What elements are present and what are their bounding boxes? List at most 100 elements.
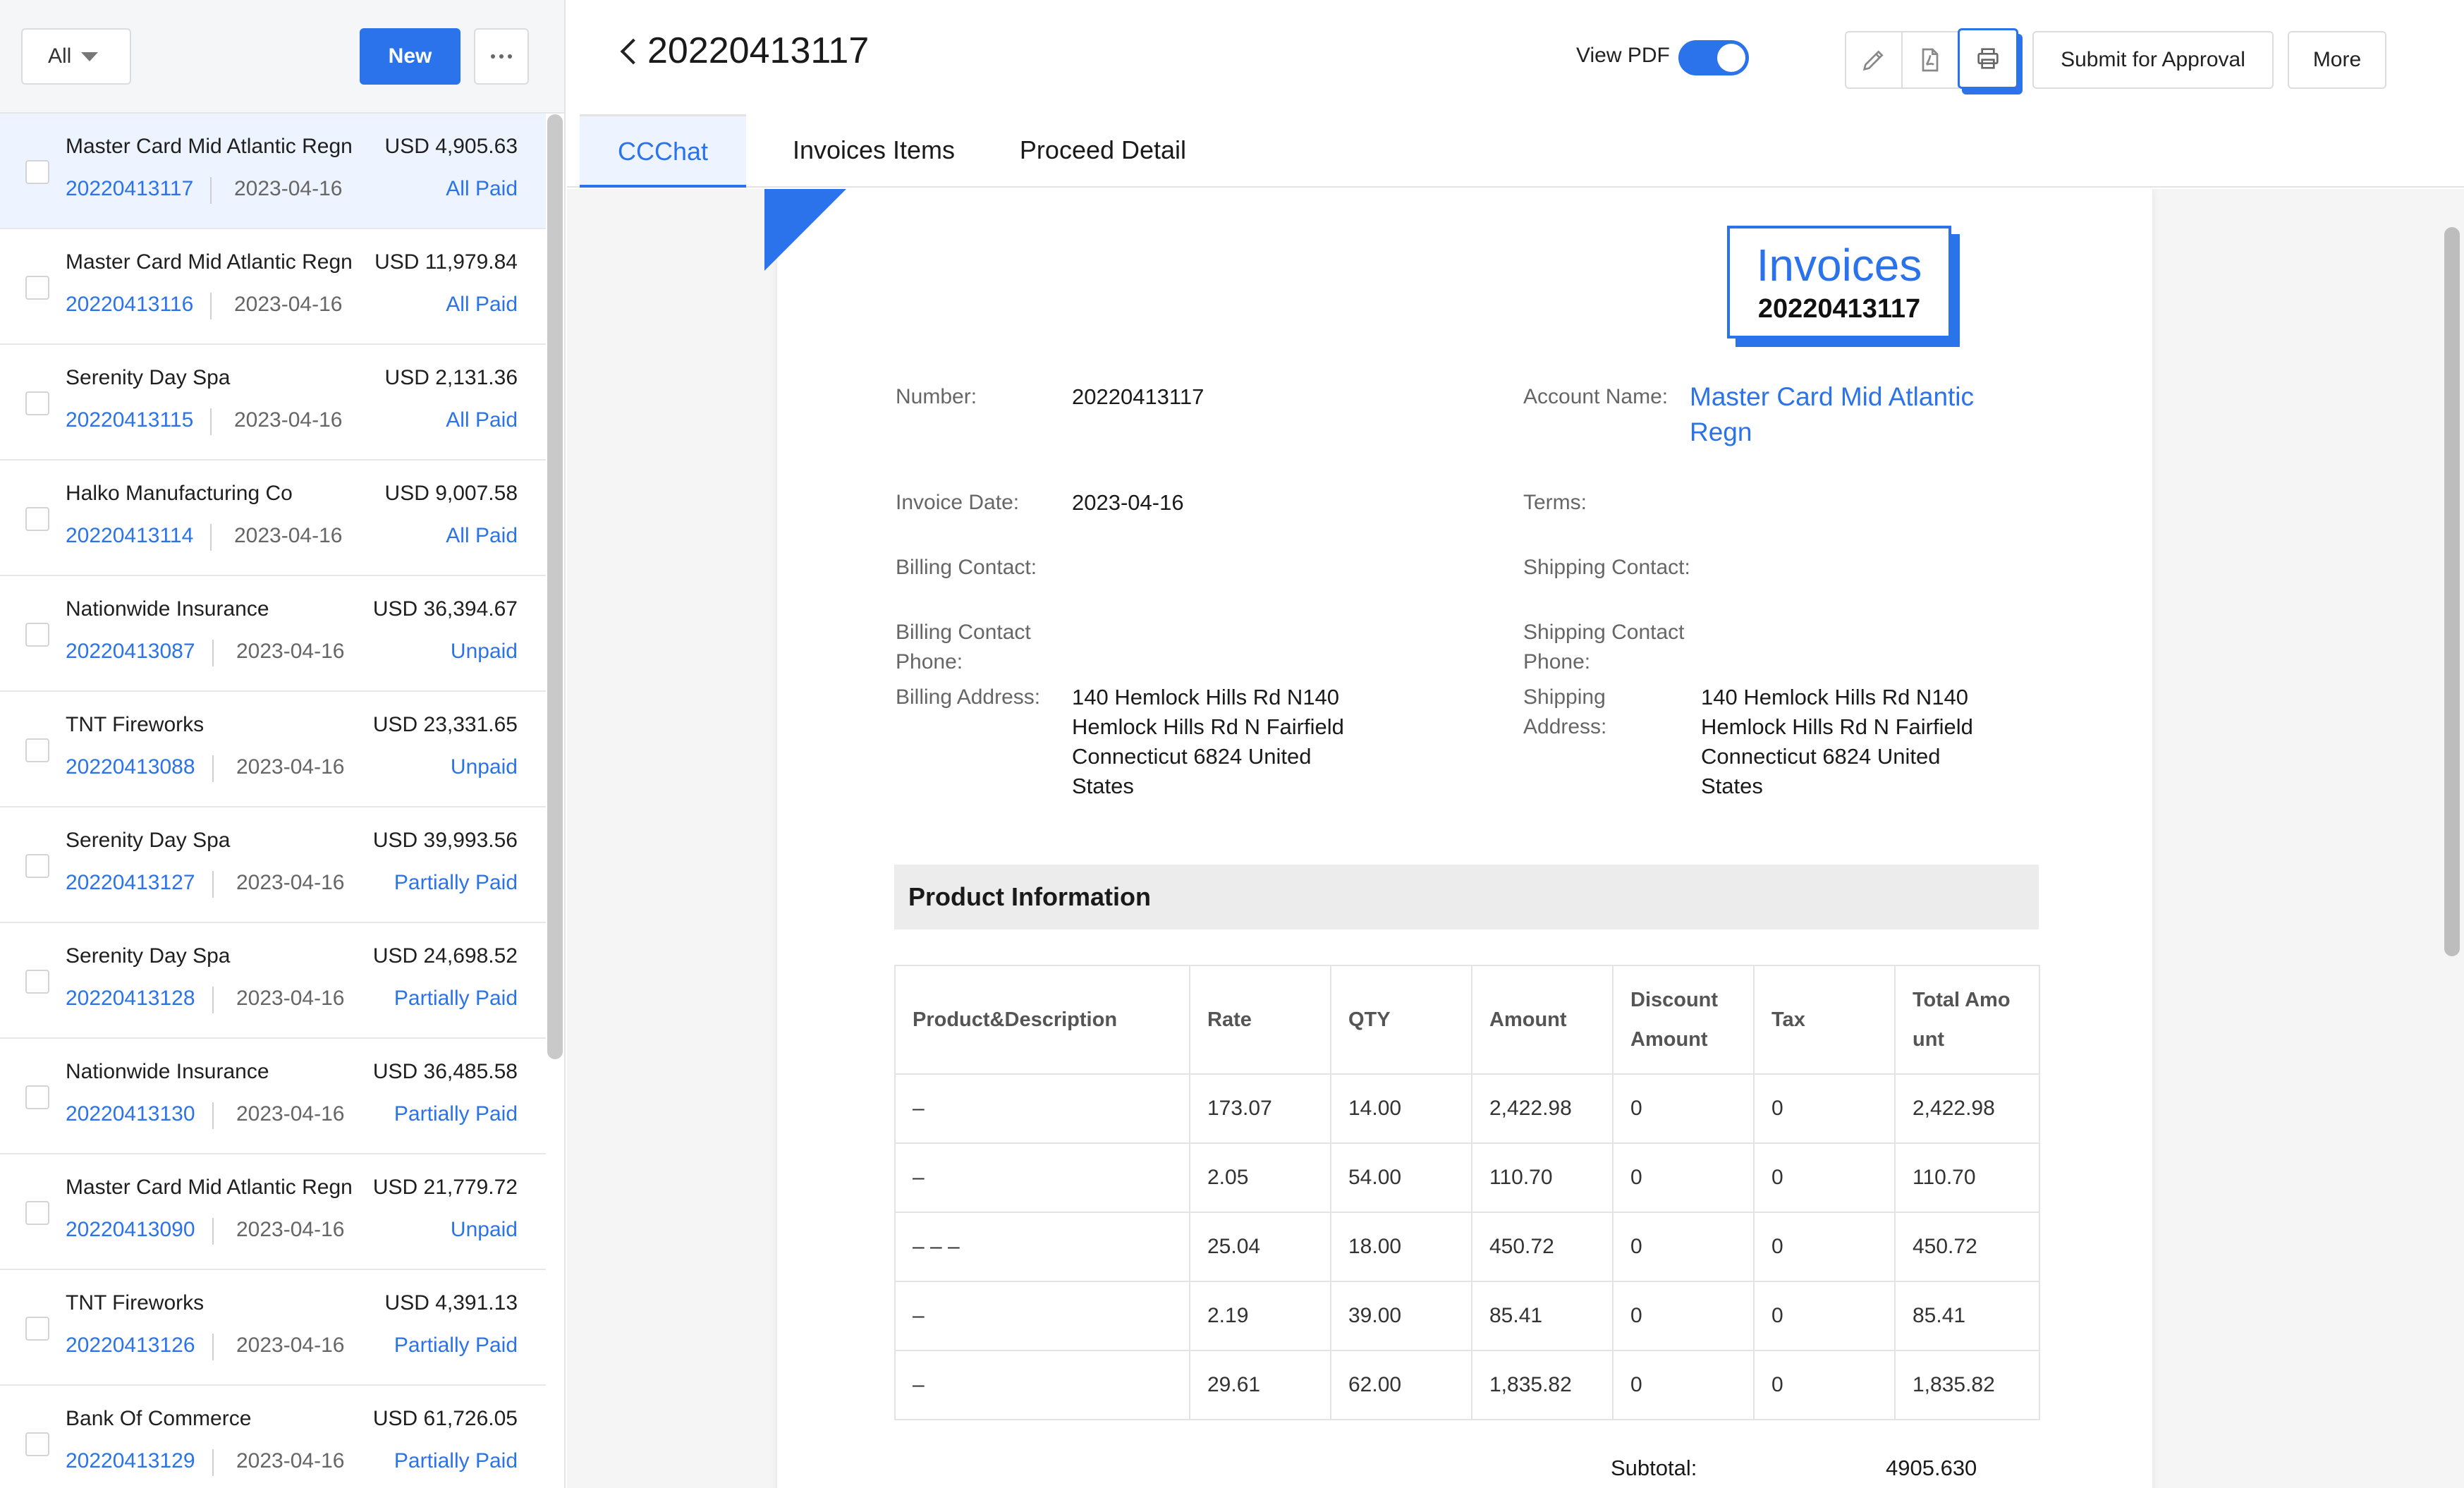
shipping-address-line: 140 Hemlock Hills Rd N140 xyxy=(1701,685,1969,709)
invoice-list-item[interactable]: TNT Fireworks USD 23,331.65 20220413088 202… xyxy=(0,692,546,807)
shipping-address-line: States xyxy=(1701,774,1763,798)
invoice-account-name: Serenity Day Spa xyxy=(66,366,231,389)
row-checkbox[interactable] xyxy=(25,160,49,184)
invoice-status: Unpaid xyxy=(450,1218,518,1241)
print-button[interactable] xyxy=(1958,28,2018,89)
invoice-amount: USD 2,131.36 xyxy=(384,366,518,389)
invoice-amount: USD 11,979.84 xyxy=(374,250,518,274)
invoice-list-item[interactable]: Serenity Day Spa USD 2,131.36 20220413115 2… xyxy=(0,345,546,461)
invoice-list-item[interactable]: Master Card Mid Atlantic Regn USD 11,979.… xyxy=(0,229,546,345)
row-checkbox[interactable] xyxy=(25,1317,49,1341)
more-button[interactable]: More xyxy=(2288,31,2386,89)
cell-discount: 0 xyxy=(1612,1073,1755,1144)
row-checkbox[interactable] xyxy=(25,1085,49,1109)
row-checkbox[interactable] xyxy=(25,854,49,878)
edit-button[interactable] xyxy=(1845,31,1903,89)
cell-total: 110.70 xyxy=(1894,1142,2040,1213)
invoice-status: Partially Paid xyxy=(394,1449,518,1472)
list-more-button[interactable] xyxy=(474,28,529,85)
cell-rate: 29.61 xyxy=(1189,1350,1331,1420)
cell-product: – xyxy=(894,1281,1190,1351)
invoice-number-link[interactable]: 20220413088 xyxy=(66,755,195,779)
invoice-account-name: Master Card Mid Atlantic Regn xyxy=(66,250,353,274)
invoice-number-link[interactable]: 20220413129 xyxy=(66,1449,195,1473)
col-header-product: Product&Description xyxy=(894,965,1190,1075)
invoice-number-link[interactable]: 20220413114 xyxy=(66,524,193,548)
invoice-amount: USD 24,698.52 xyxy=(372,944,518,968)
divider xyxy=(210,177,212,204)
invoice-list-item[interactable]: Nationwide Insurance USD 36,485.58 2022041… xyxy=(0,1039,546,1154)
filter-dropdown[interactable]: All xyxy=(21,28,131,85)
row-checkbox[interactable] xyxy=(25,623,49,647)
row-checkbox[interactable] xyxy=(25,970,49,994)
subtotal-value: 4905.630 xyxy=(1886,1456,1977,1480)
row-checkbox[interactable] xyxy=(25,1432,49,1456)
tab-proceed-detail[interactable]: Proceed Detail xyxy=(997,114,1209,186)
invoice-number-link[interactable]: 20220413127 xyxy=(66,871,195,895)
col-header-discount: Discount Amount xyxy=(1612,965,1755,1075)
list-scrollbar[interactable] xyxy=(547,114,563,1059)
row-checkbox[interactable] xyxy=(25,507,49,531)
invoice-number-link[interactable]: 20220413115 xyxy=(66,408,193,432)
invoice-status: Partially Paid xyxy=(394,1102,518,1126)
invoice-date: 2023-04-16 xyxy=(234,177,343,200)
invoice-account-name: Master Card Mid Atlantic Regn xyxy=(66,135,353,158)
col-header-qty: QTY xyxy=(1330,965,1472,1075)
invoice-number-link[interactable]: 20220413126 xyxy=(66,1334,195,1358)
pdf-button[interactable] xyxy=(1901,31,1959,89)
billing-address-line: Connecticut 6824 United xyxy=(1072,744,1312,769)
account-name-link-line1[interactable]: Master Card Mid Atlantic xyxy=(1690,379,1974,415)
divider xyxy=(210,408,212,435)
cell-total: 1,835.82 xyxy=(1894,1350,2040,1420)
cell-product: – xyxy=(894,1073,1190,1144)
invoice-number-link[interactable]: 20220413117 xyxy=(66,177,193,201)
cell-amount: 110.70 xyxy=(1471,1142,1614,1213)
tab-invoices-items[interactable]: Invoices Items xyxy=(779,114,969,186)
new-button[interactable]: New xyxy=(360,28,461,85)
invoice-status: Partially Paid xyxy=(394,1334,518,1357)
row-checkbox[interactable] xyxy=(25,391,49,415)
invoice-list-item[interactable]: Bank Of Commerce USD 61,726.05 20220413129… xyxy=(0,1386,546,1488)
billing-address-line: 140 Hemlock Hills Rd N140 xyxy=(1072,685,1340,709)
row-checkbox[interactable] xyxy=(25,738,49,762)
invoice-number-link[interactable]: 20220413128 xyxy=(66,987,195,1011)
row-checkbox[interactable] xyxy=(25,1201,49,1225)
invoice-list-item[interactable]: Master Card Mid Atlantic Regn USD 21,779.… xyxy=(0,1154,546,1270)
invoice-list-item[interactable]: Halko Manufacturing Co USD 9,007.58 202204… xyxy=(0,461,546,576)
invoice-number-link[interactable]: 20220413090 xyxy=(66,1218,195,1242)
invoice-list-item[interactable]: TNT Fireworks USD 4,391.13 20220413126 2023… xyxy=(0,1270,546,1386)
invoice-amount: USD 21,779.72 xyxy=(372,1176,518,1199)
table-row: – – –25.04 18.00 450.72 0 0 450.72 xyxy=(894,1212,2040,1282)
invoice-list-item[interactable]: Master Card Mid Atlantic Regn USD 4,905.6… xyxy=(0,114,546,229)
invoice-amount: USD 39,993.56 xyxy=(372,829,518,852)
submit-for-approval-button[interactable]: Submit for Approval xyxy=(2032,31,2274,89)
invoice-account-name: Serenity Day Spa xyxy=(66,944,231,968)
invoice-document: Invoices 20220413117 Number: 20220413117… xyxy=(764,189,2152,1488)
account-name-label: Account Name: xyxy=(1523,385,1669,408)
invoice-list-item[interactable]: Serenity Day Spa USD 24,698.52 20220413128… xyxy=(0,923,546,1039)
row-checkbox[interactable] xyxy=(25,276,49,300)
invoice-list-item[interactable]: Nationwide Insurance USD 36,394.67 2022041… xyxy=(0,576,546,692)
shipping-address-line: Hemlock Hills Rd N Fairfield xyxy=(1701,714,1973,739)
invoice-number-link[interactable]: 20220413116 xyxy=(66,293,193,317)
document-scrollbar[interactable] xyxy=(2444,227,2460,956)
cell-rate: 25.04 xyxy=(1189,1212,1331,1282)
cell-qty: 18.00 xyxy=(1330,1212,1472,1282)
divider xyxy=(212,755,214,782)
tab-ccchat[interactable]: CCChat xyxy=(580,114,746,188)
account-name-link-line2[interactable]: Regn xyxy=(1690,415,1752,450)
shipping-phone-label-line2: Phone: xyxy=(1523,650,1591,673)
ellipsis-icon-dot xyxy=(499,54,504,59)
invoice-number-link[interactable]: 20220413130 xyxy=(66,1102,195,1126)
col-header-amount: Amount xyxy=(1471,965,1614,1075)
cell-rate: 2.05 xyxy=(1189,1142,1331,1213)
invoice-status: Partially Paid xyxy=(394,987,518,1010)
cell-qty: 39.00 xyxy=(1330,1281,1472,1351)
cell-product: – xyxy=(894,1142,1190,1213)
number-label: Number: xyxy=(896,385,977,408)
invoice-list-item[interactable]: Serenity Day Spa USD 39,993.56 20220413127… xyxy=(0,807,546,923)
view-pdf-toggle[interactable] xyxy=(1678,40,1749,75)
invoice-date: 2023-04-16 xyxy=(236,1218,345,1241)
invoice-amount: USD 23,331.65 xyxy=(372,713,518,736)
invoice-number-link[interactable]: 20220413087 xyxy=(66,640,195,664)
